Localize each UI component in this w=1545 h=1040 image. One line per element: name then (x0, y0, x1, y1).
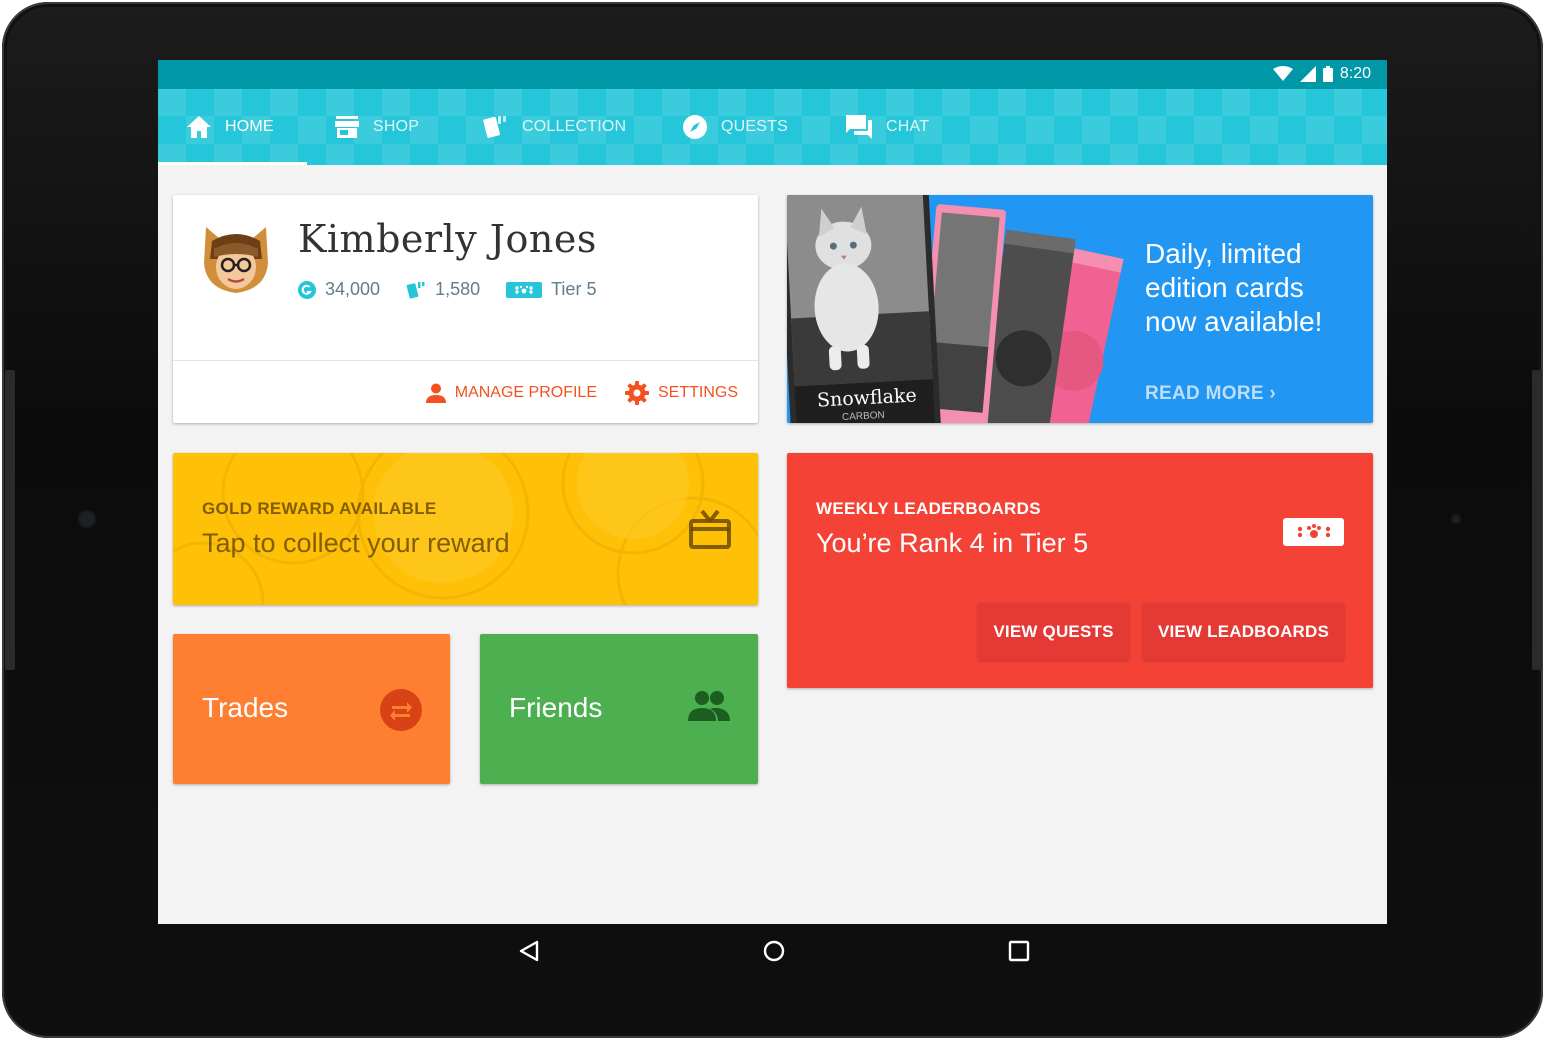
store-icon (335, 116, 359, 138)
trades-label: Trades (202, 692, 289, 723)
friends-tile[interactable]: Friends (480, 634, 758, 784)
leaderboard-rank: You’re Rank 4 in Tier 5 (816, 528, 1089, 558)
profile-actions: MANAGE PROFILE SETTINGS (425, 381, 738, 405)
system-nav-bar (158, 924, 1387, 984)
swap-icon (380, 689, 422, 731)
tab-indicator (158, 162, 307, 165)
recents-icon[interactable] (1008, 940, 1030, 962)
leaderboard-kicker: WEEKLY LEADERBOARDS (816, 499, 1041, 518)
profile-stats: 34,000 1,580 Tier 5 (298, 279, 596, 300)
power-button (1532, 370, 1542, 670)
featured-card-type: CARBON (841, 409, 886, 423)
profile-card: Kimberly Jones 34,000 1,580 Tier 5 MANAG… (173, 195, 758, 423)
promo-headline: Daily, limited edition cards now availab… (1145, 238, 1323, 337)
chat-icon (846, 115, 872, 139)
tab-quests-label: QUESTS (721, 118, 788, 135)
trades-tile[interactable]: Trades (173, 634, 450, 784)
profile-name: Kimberly Jones (298, 217, 597, 261)
tab-collection-label: COLLECTION (522, 118, 627, 135)
gift-icon (689, 509, 731, 549)
home-button-icon[interactable] (763, 940, 785, 962)
profile-divider (173, 360, 758, 361)
view-leaderboards-button[interactable]: VIEW LEADBOARDS (1143, 603, 1344, 660)
settings-button[interactable]: SETTINGS (624, 381, 738, 405)
read-more-link[interactable]: READ MORE › (1145, 383, 1276, 405)
tier-value: Tier 5 (551, 279, 597, 299)
gold-reward-card[interactable]: GOLD REWARD AVAILABLE Tap to collect you… (173, 453, 758, 605)
people-icon (688, 691, 730, 721)
tab-bar: HOME SHOP COLLECTION QUESTS CHAT (158, 89, 1387, 165)
cards-icon (483, 116, 506, 138)
light-sensor (1451, 514, 1461, 524)
promo-card[interactable]: Snowflake CARBON Daily, limited edition … (787, 195, 1373, 423)
status-time: 8:20 (1339, 65, 1371, 82)
app-screen: 8:20 HOME SHOP COLLECTION QUESTS CHAT Ki… (158, 60, 1387, 924)
person-icon (425, 383, 446, 403)
signal-icon (1299, 66, 1316, 82)
gold-reward-kicker: GOLD REWARD AVAILABLE (202, 499, 437, 518)
back-icon[interactable] (519, 940, 539, 962)
battery-icon (1322, 66, 1333, 82)
gear-icon (624, 381, 649, 405)
tier-badge-icon (506, 281, 543, 298)
front-camera (78, 510, 96, 528)
home-icon (187, 116, 211, 138)
status-bar: 8:20 (158, 60, 1387, 89)
tab-collection[interactable]: COLLECTION (482, 89, 626, 165)
coins-stat: 34,000 (298, 279, 380, 300)
tier-badge (1283, 518, 1344, 546)
tab-home-label: HOME (225, 118, 274, 135)
manage-profile-label: MANAGE PROFILE (454, 384, 597, 401)
paw-icon (1297, 524, 1330, 538)
coins-value: 34,000 (325, 279, 381, 299)
tab-chat-label: CHAT (886, 118, 930, 135)
tab-chat[interactable]: CHAT (846, 89, 929, 165)
cards-icon (406, 281, 425, 299)
settings-label: SETTINGS (657, 384, 738, 401)
leaderboard-card: WEEKLY LEADERBOARDS You’re Rank 4 in Tie… (787, 453, 1373, 688)
coin-icon (298, 280, 316, 299)
app-bar: 8:20 HOME SHOP COLLECTION QUESTS CHAT (158, 60, 1387, 165)
tab-home[interactable]: HOME (187, 89, 274, 165)
manage-profile-button[interactable]: MANAGE PROFILE (425, 381, 597, 405)
tab-quests[interactable]: QUESTS (683, 89, 788, 165)
view-quests-button[interactable]: VIEW QUESTS (978, 603, 1129, 660)
volume-button (5, 370, 15, 670)
wifi-icon (1272, 66, 1293, 81)
tab-shop[interactable]: SHOP (335, 89, 419, 165)
avatar[interactable] (200, 223, 272, 295)
tab-shop-label: SHOP (373, 118, 420, 135)
cards-value: 1,580 (435, 279, 481, 299)
tier-stat: Tier 5 (506, 279, 596, 300)
cards-stat: 1,580 (406, 279, 480, 300)
friends-label: Friends (509, 692, 603, 723)
gold-reward-message: Tap to collect your reward (202, 528, 510, 558)
compass-icon (683, 115, 707, 139)
